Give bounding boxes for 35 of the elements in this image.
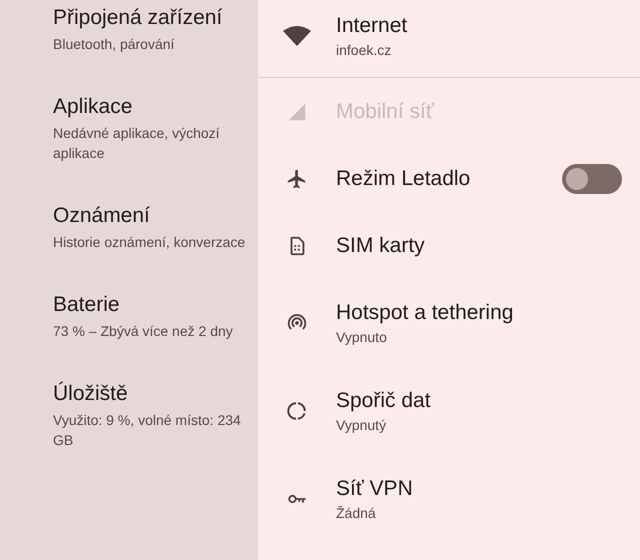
item-title: Hotspot a tethering [336,300,514,326]
sidebar-item-subtitle: Historie oznámení, konverzace [53,233,246,252]
sidebar-item[interactable]: Připojená zařízení Bluetooth, párování [53,4,246,54]
sidebar-item-title: Oznámení [53,203,151,229]
airplane-icon [286,168,308,190]
item-subtitle: Vypnuto [336,328,388,347]
data-saver-icon [286,400,308,422]
settings-row[interactable]: Režim Letadlo [258,145,640,212]
item-subtitle: Vypnutý [336,416,388,435]
item-subtitle: Žádná [336,504,377,523]
item-title: Režim Letadlo [336,166,472,192]
item-subtitle: infoek.cz [336,40,392,60]
sidebar-item-title: Úložiště [53,380,129,407]
wifi-icon [283,24,311,46]
sidebar-item-subtitle: Nedávné aplikace, výchozí aplikace [53,124,221,163]
settings-row[interactable]: Hotspot a tethering Vypnuto [258,279,640,367]
sidebar-item[interactable]: Baterie 73 % – Zbývá více než 2 dny [53,291,246,341]
sidebar-item-title: Baterie [53,292,121,318]
sidebar-item[interactable]: Aplikace Nedávné aplikace, výchozí aplikace [53,93,246,163]
sidebar-item-subtitle: Využito: 9 %, volné místo: 234 GB [53,411,242,450]
item-title: Spořič dat [336,388,432,414]
sidebar-item-subtitle: 73 % – Zbývá více než 2 dny [53,322,234,341]
sidebar-item-subtitle: Bluetooth, párování [53,35,176,54]
internet-row[interactable]: Internet infoek.cz [258,0,640,78]
sidebar-item[interactable]: Úložiště Využito: 9 %, volné místo: 234 GB [53,380,246,450]
sidebar-item[interactable]: Oznámení Historie oznámení, konverzace [53,202,246,252]
settings-row[interactable]: SIM karty [258,212,640,279]
settings-row[interactable]: Síť VPN Žádná [258,455,640,543]
settings-row[interactable]: Spořič dat Vypnutý [258,367,640,455]
sidebar-item-title: Aplikace [53,94,134,120]
sidebar-item-title: Připojená zařízení [53,5,224,31]
toggle-switch[interactable] [562,164,622,194]
item-title: Síť VPN [336,476,414,502]
item-title: SIM karty [336,232,426,258]
item-title: Internet [336,12,408,38]
